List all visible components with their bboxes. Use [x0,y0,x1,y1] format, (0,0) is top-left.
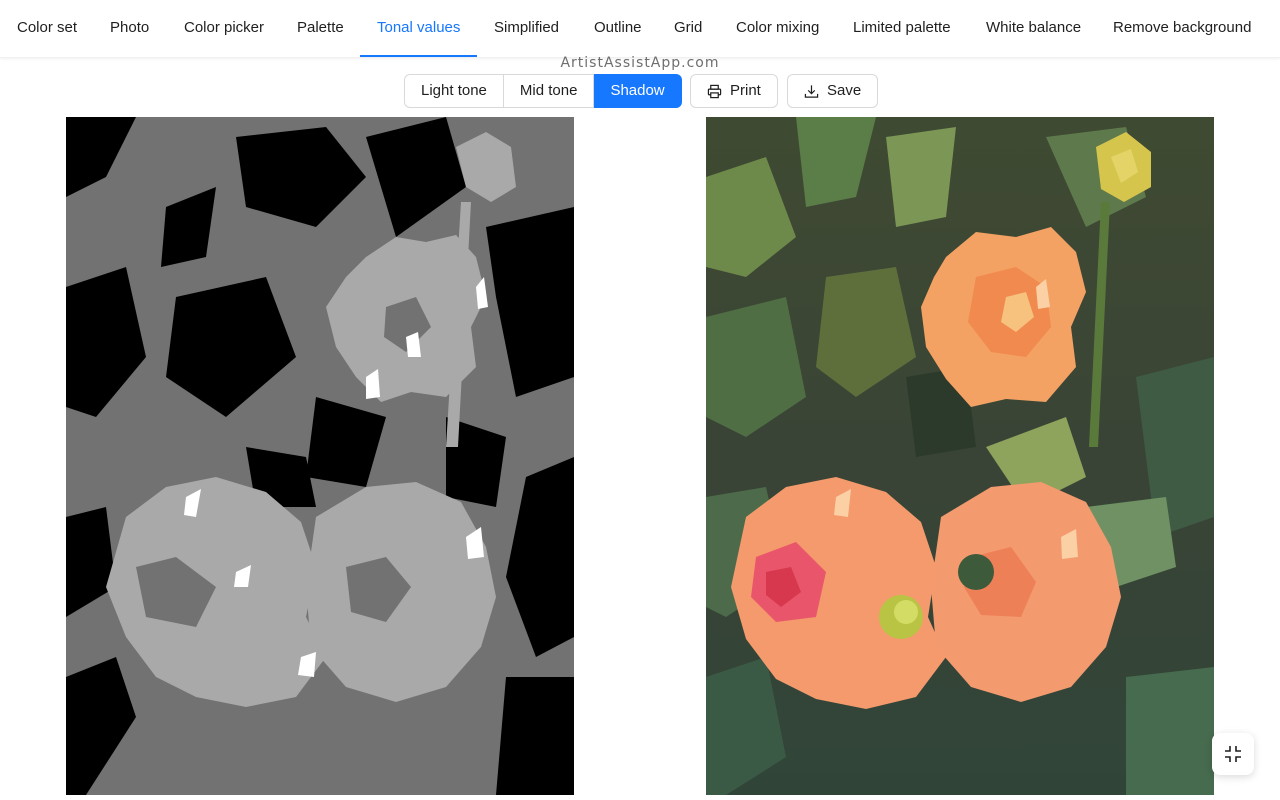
tone-option-light[interactable]: Light tone [404,74,504,108]
brand-watermark: ArtistAssistApp.com [560,55,720,71]
tab-photo[interactable]: Photo [110,0,149,57]
collapse-fullscreen-icon [1225,746,1241,762]
tab-color-picker[interactable]: Color picker [184,0,264,57]
tab-limited-palette[interactable]: Limited palette [853,0,951,57]
tonal-values-image [66,117,574,795]
download-icon [804,84,819,98]
tab-color-set[interactable]: Color set [17,0,77,57]
tab-bar: Color set Photo Color picker Palette Ton… [0,0,1280,58]
tab-tonal-values[interactable]: Tonal values [377,0,460,57]
printer-icon [707,84,722,98]
print-button[interactable]: Print [690,74,778,108]
tab-remove-background[interactable]: Remove background [1113,0,1251,57]
tab-outline[interactable]: Outline [594,0,642,57]
save-button-label: Save [827,82,862,99]
tone-option-mid[interactable]: Mid tone [503,74,595,108]
original-photo [706,117,1214,795]
tab-palette[interactable]: Palette [297,0,344,57]
tone-option-shadow[interactable]: Shadow [594,74,682,108]
fullscreen-toggle-button[interactable] [1212,733,1254,775]
print-button-label: Print [730,82,761,99]
tone-selector: Light tone Mid tone Shadow [404,74,682,108]
tab-grid[interactable]: Grid [674,0,702,57]
save-button[interactable]: Save [787,74,879,108]
tab-color-mixing[interactable]: Color mixing [736,0,819,57]
tab-simplified[interactable]: Simplified [494,0,559,57]
tab-white-balance[interactable]: White balance [986,0,1081,57]
